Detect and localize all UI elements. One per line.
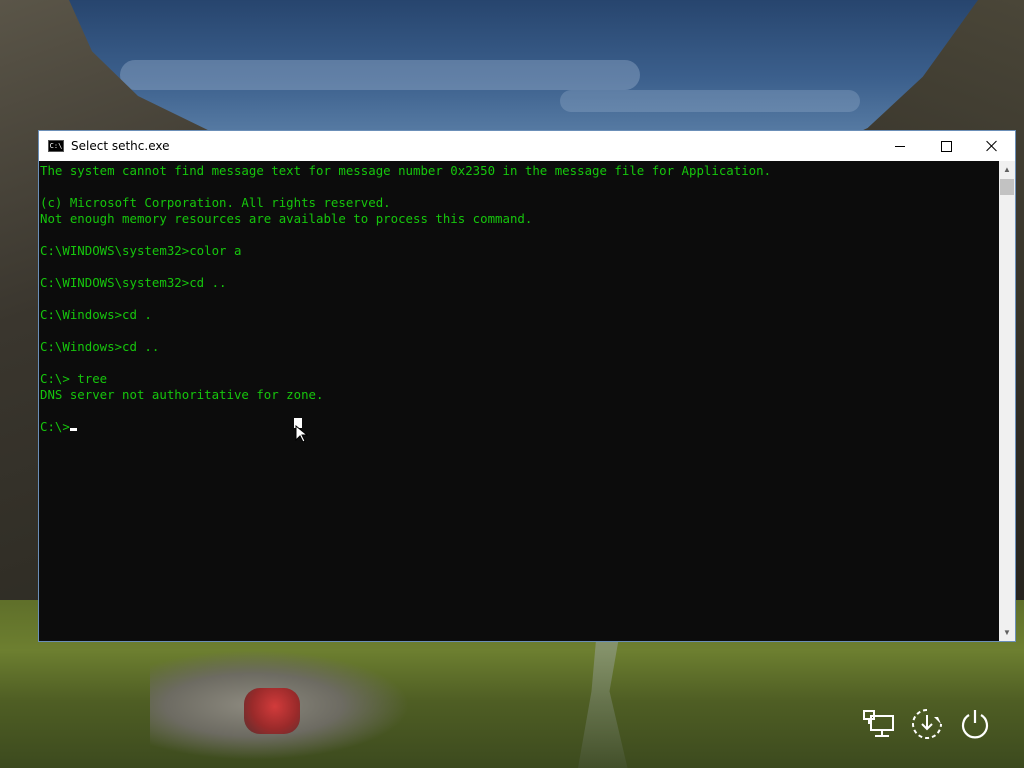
console-line: C:\> tree: [40, 371, 108, 386]
chevron-down-icon: ▼: [1003, 628, 1011, 637]
cloud: [120, 60, 640, 90]
close-button[interactable]: [969, 131, 1015, 161]
console-text: The system cannot find message text for …: [39, 161, 999, 435]
console-line: (c) Microsoft Corporation. All rights re…: [40, 195, 391, 210]
cmd-icon-text: C:\: [49, 141, 63, 150]
console-line: Not enough memory resources are availabl…: [40, 211, 533, 226]
vertical-scrollbar[interactable]: ▲ ▼: [999, 161, 1015, 641]
console-line: The system cannot find message text for …: [40, 163, 772, 178]
window-title: Select sethc.exe: [71, 139, 170, 153]
prompt-line[interactable]: C:\>: [40, 419, 999, 435]
scroll-down-button[interactable]: ▼: [999, 624, 1015, 641]
maximize-button[interactable]: [923, 131, 969, 161]
minimize-button[interactable]: [877, 131, 923, 161]
console-line: C:\WINDOWS\system32>color a: [40, 243, 242, 258]
maximize-icon: [940, 140, 952, 152]
close-icon: [986, 140, 998, 152]
scroll-thumb[interactable]: [1000, 179, 1014, 195]
cmd-icon[interactable]: C:\: [48, 140, 64, 152]
chevron-up-icon: ▲: [1003, 165, 1011, 174]
console-line: C:\WINDOWS\system32>cd ..: [40, 275, 227, 290]
cloud: [560, 90, 860, 112]
ease-of-access-icon[interactable]: [907, 704, 947, 744]
backpack: [244, 688, 300, 734]
console-line: C:\Windows>cd .: [40, 307, 152, 322]
power-icon[interactable]: [955, 704, 995, 744]
console-line: DNS server not authoritative for zone.: [40, 387, 324, 402]
text-cursor: [69, 428, 77, 431]
network-icon[interactable]: [860, 704, 900, 744]
minimize-icon: [895, 145, 905, 147]
command-prompt-window[interactable]: C:\ Select sethc.exe The system cannot f…: [38, 130, 1016, 642]
console-line: C:\Windows>cd ..: [40, 339, 160, 354]
mouse-pointer-icon: [294, 418, 309, 443]
console-output[interactable]: The system cannot find message text for …: [39, 161, 999, 641]
prompt-text: C:\>: [40, 419, 70, 434]
title-bar[interactable]: C:\ Select sethc.exe: [39, 131, 1015, 161]
scroll-up-button[interactable]: ▲: [999, 161, 1015, 178]
